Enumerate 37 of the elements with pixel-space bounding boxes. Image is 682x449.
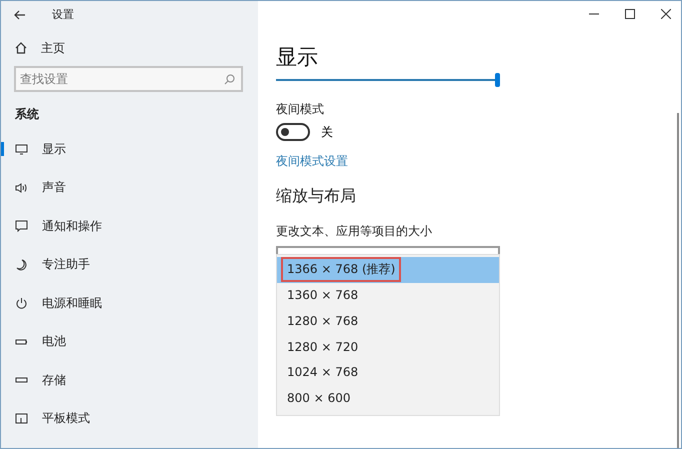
dropdown-option[interactable]: 1024 × 768 [277, 359, 499, 385]
dropdown-option[interactable]: 1366 × 768 (推荐) [277, 257, 499, 283]
sidebar-item[interactable]: 电源和睡眠 [1, 284, 258, 322]
speech-bubble-icon [15, 220, 28, 232]
section-heading: 系统 [15, 106, 40, 123]
close-icon[interactable] [661, 9, 671, 19]
dropdown-option[interactable]: 1280 × 768 [277, 308, 499, 334]
toggle-switch[interactable] [276, 123, 310, 141]
search-field[interactable]: 查找设置 [14, 66, 243, 92]
settings-link[interactable]: 夜间模式设置 [276, 153, 500, 170]
speaker-icon [15, 182, 28, 194]
dropdown-option[interactable]: 1280 × 720 [277, 334, 499, 360]
home-icon [15, 42, 27, 54]
sidebar-item[interactable]: 存储 [1, 361, 258, 400]
page-heading: 显示 [276, 44, 319, 71]
brightness-slider[interactable] [276, 73, 500, 87]
search-icon [224, 74, 235, 85]
back-icon[interactable] [14, 10, 26, 20]
monitor-icon [15, 143, 28, 156]
tablet-icon [15, 412, 28, 425]
moon-icon [15, 258, 28, 271]
toggle-state: 关 [321, 124, 333, 140]
setting-label: 夜间模式 [276, 101, 325, 118]
home-link[interactable]: 主页 [41, 40, 65, 56]
window-title: 设置 [52, 7, 74, 22]
setting-label: 更改文本、应用等项目的大小 [276, 223, 433, 240]
section-heading: 缩放与布局 [276, 186, 357, 207]
sidebar-item[interactable]: 电池 [1, 322, 258, 361]
sidebar-item[interactable]: 平板模式 [1, 400, 258, 438]
sidebar-item[interactable]: 通知和操作 [1, 207, 258, 246]
dropdown-option[interactable]: 1360 × 768 [277, 282, 499, 308]
power-icon [15, 297, 28, 310]
sidebar-item[interactable]: 声音 [1, 168, 258, 207]
dropdown-option[interactable]: 800 × 600 [277, 384, 499, 411]
sidebar-item[interactable]: 专注助手 [1, 246, 258, 284]
maximize-icon[interactable] [625, 9, 635, 19]
sidebar-item[interactable]: 显示 [1, 130, 258, 168]
